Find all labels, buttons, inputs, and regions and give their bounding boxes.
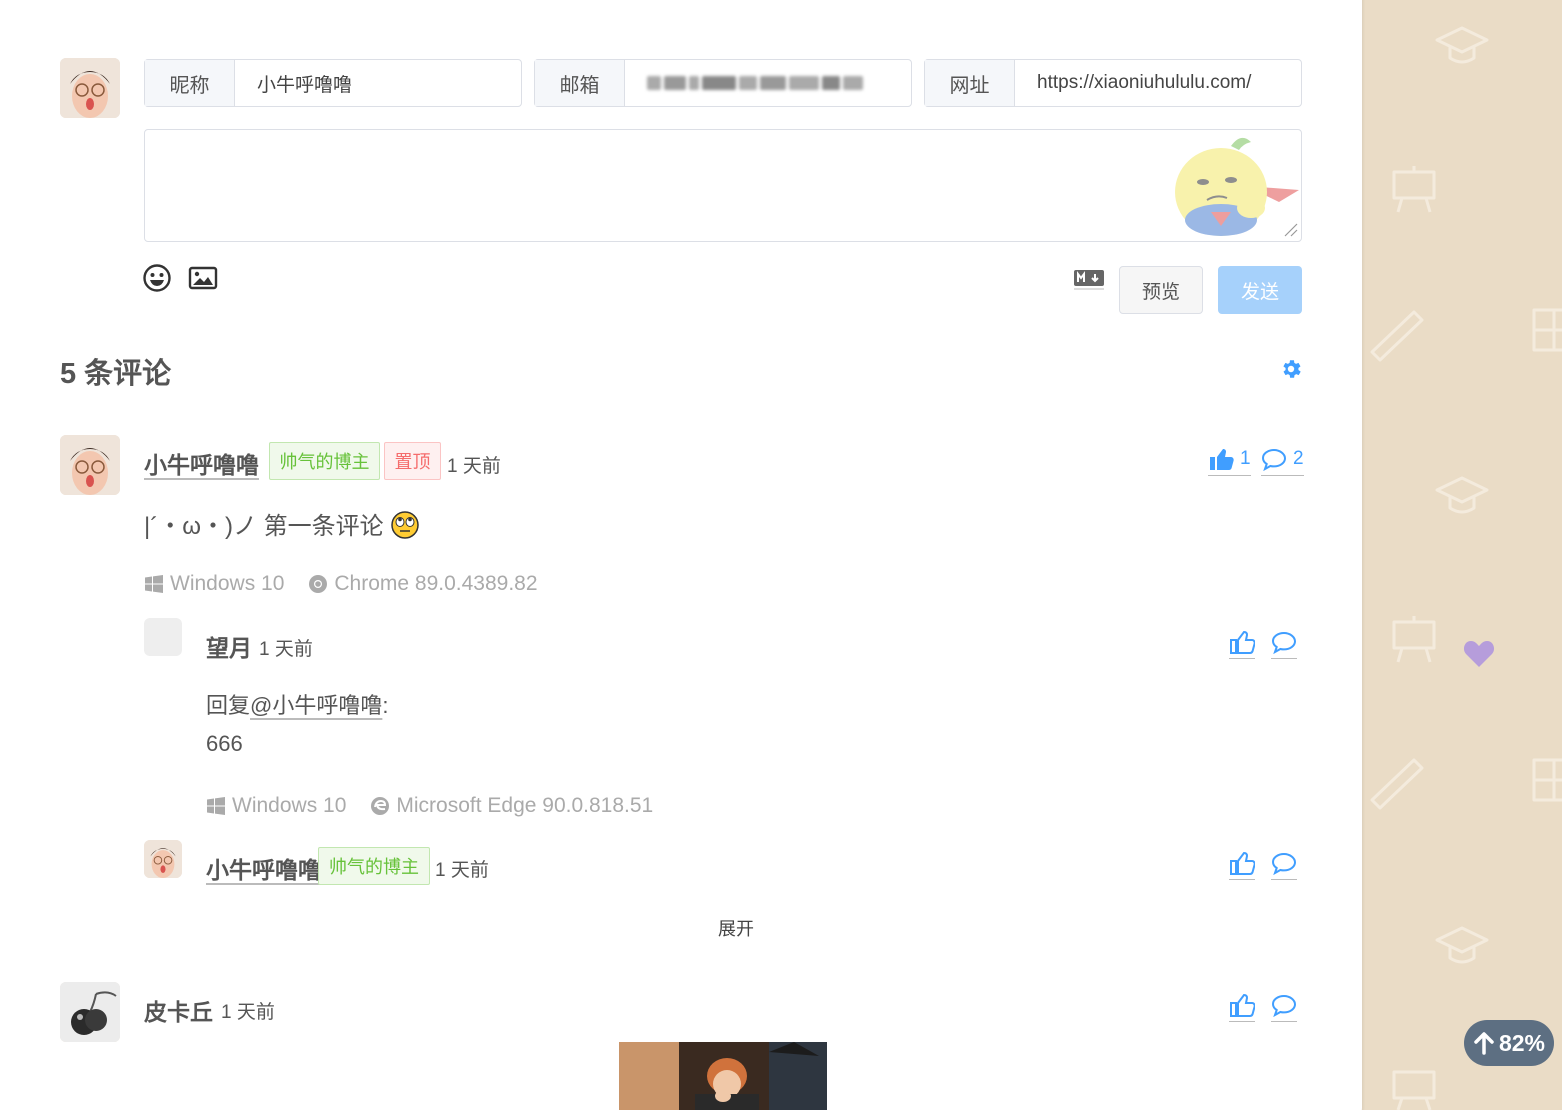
comment-avatar xyxy=(60,982,120,1042)
nickname-input[interactable]: 小牛呼噜噜 xyxy=(235,60,521,106)
arrow-up-icon xyxy=(1474,1032,1494,1055)
easel-icon xyxy=(1392,166,1436,213)
graduation-cap-icon xyxy=(1435,26,1489,64)
resize-handle-icon xyxy=(1284,223,1298,237)
reply-content: 666 xyxy=(206,731,243,756)
thumbs-up-icon xyxy=(1230,851,1255,875)
thumbs-up-icon xyxy=(1230,993,1255,1017)
edge-icon xyxy=(371,797,390,815)
chrome-icon xyxy=(309,575,328,593)
browser-name: Chrome 89.0.4389.82 xyxy=(334,572,538,595)
website-field[interactable]: 网址 https://xiaoniuhululu.com/ xyxy=(924,59,1302,107)
ruler-icon xyxy=(1370,758,1424,810)
blogger-badge: 帅气的博主 xyxy=(269,442,380,480)
nickname-field[interactable]: 昵称 小牛呼噜噜 xyxy=(144,59,522,107)
like-count: 1 xyxy=(1240,447,1251,469)
reply-author: 望月 xyxy=(206,635,252,661)
email-input[interactable] xyxy=(625,60,911,106)
like-button[interactable] xyxy=(1229,629,1255,659)
background-pattern xyxy=(1370,26,1562,1110)
comment-count: 5 条评论 xyxy=(60,358,172,390)
comment-time: 1 天前 xyxy=(447,456,501,477)
scroll-percent: 82% xyxy=(1498,1029,1546,1056)
email-label: 邮箱 xyxy=(535,60,625,106)
like-button[interactable]: 1 xyxy=(1208,446,1251,476)
comment-textarea[interactable] xyxy=(144,129,1302,242)
send-button[interactable]: 发送 xyxy=(1218,266,1302,314)
reply-time: 1 天前 xyxy=(435,860,489,881)
like-button[interactable] xyxy=(1229,992,1255,1022)
reply-button[interactable] xyxy=(1271,629,1297,659)
comment-text: |´・ω・)ノ 第一条评论 xyxy=(144,513,384,540)
reply-button[interactable] xyxy=(1271,850,1297,880)
reply-prefix: 回复 xyxy=(206,693,251,718)
windows-icon xyxy=(145,575,163,593)
markdown-icon[interactable] xyxy=(1073,268,1105,290)
reply-count: 2 xyxy=(1293,447,1304,469)
nickname-label: 昵称 xyxy=(145,60,235,106)
back-to-top-button[interactable]: 82% xyxy=(1464,1020,1554,1066)
website-label: 网址 xyxy=(925,60,1015,106)
reply-meta: Windows 10 Microsoft Edge 90.0.818.51 xyxy=(206,794,653,818)
grid-icon xyxy=(1532,758,1562,802)
comment-meta: Windows 10 Chrome 89.0.4389.82 xyxy=(144,572,538,596)
reply-button[interactable]: 2 xyxy=(1261,446,1304,476)
user-avatar xyxy=(60,58,120,118)
pinned-badge: 置顶 xyxy=(384,442,441,480)
blogger-badge: 帅气的博主 xyxy=(318,847,430,885)
windows-icon xyxy=(207,797,225,815)
website-input[interactable]: https://xiaoniuhululu.com/ xyxy=(1015,60,1301,106)
comment-author: 皮卡丘 xyxy=(144,999,213,1025)
rolling-eyes-emoji-icon xyxy=(391,511,420,539)
os-name: Windows 10 xyxy=(170,572,285,595)
mascot-illustration xyxy=(1175,137,1299,237)
gear-icon[interactable] xyxy=(1279,357,1303,381)
easel-icon xyxy=(1392,1070,1436,1110)
expand-button[interactable]: 展开 xyxy=(718,915,754,941)
preview-button[interactable]: 预览 xyxy=(1119,266,1203,314)
chat-bubble-icon xyxy=(1271,852,1297,875)
heart-icon[interactable] xyxy=(1463,638,1495,668)
graduation-cap-icon xyxy=(1435,926,1489,964)
browser-name: Microsoft Edge 90.0.818.51 xyxy=(396,794,654,817)
comment-image[interactable] xyxy=(619,1042,827,1110)
chat-bubble-icon xyxy=(1271,631,1297,654)
email-field[interactable]: 邮箱 xyxy=(534,59,912,107)
thumbs-up-icon xyxy=(1230,630,1255,654)
reply-mention-link[interactable]: @小牛呼噜噜 xyxy=(250,693,382,718)
image-icon[interactable] xyxy=(188,263,218,293)
reply-avatar xyxy=(144,840,182,878)
reply-button[interactable] xyxy=(1271,992,1297,1022)
reply-author-link[interactable]: 小牛呼噜噜 xyxy=(206,851,321,885)
os-name: Windows 10 xyxy=(232,794,347,817)
like-button[interactable] xyxy=(1229,850,1255,880)
chat-bubble-icon xyxy=(1261,448,1287,471)
reply-suffix: : xyxy=(382,693,389,718)
reply-time: 1 天前 xyxy=(259,639,313,660)
emoji-icon[interactable] xyxy=(142,263,172,293)
thumbs-up-filled-icon xyxy=(1210,448,1234,470)
reply-avatar xyxy=(144,618,182,656)
comment-time: 1 天前 xyxy=(221,1002,275,1023)
grid-icon xyxy=(1532,308,1562,352)
comment-author-link[interactable]: 小牛呼噜噜 xyxy=(144,446,259,480)
chat-bubble-icon xyxy=(1271,994,1297,1017)
comment-avatar xyxy=(60,435,120,495)
comment-content: |´・ω・)ノ 第一条评论 xyxy=(144,506,420,541)
reply-line: 回复@小牛呼噜噜: xyxy=(206,688,388,720)
easel-icon xyxy=(1392,616,1436,663)
ruler-icon xyxy=(1370,310,1424,362)
graduation-cap-icon xyxy=(1435,476,1489,514)
email-redacted xyxy=(647,76,863,90)
